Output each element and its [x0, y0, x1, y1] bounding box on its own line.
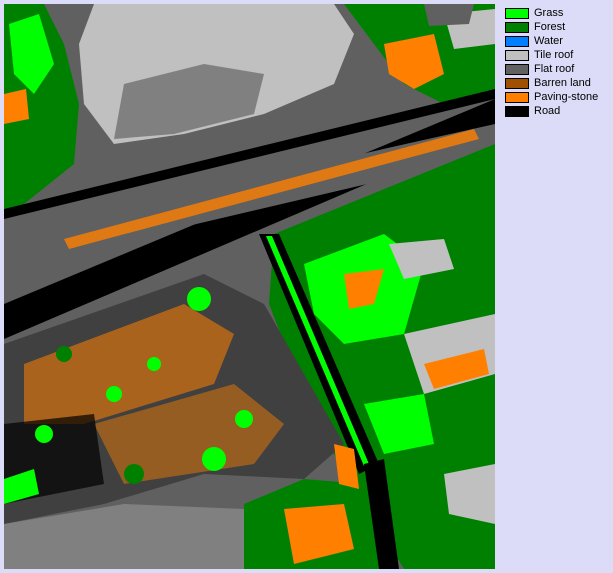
tree-forest-patch	[124, 464, 144, 484]
legend-item-tile-roof: Tile roof	[505, 48, 609, 62]
legend-item-forest: Forest	[505, 20, 609, 34]
map-legend: Grass Forest Water Tile roof Flat roof B…	[505, 6, 609, 118]
legend-label-paving-stone: Paving-stone	[534, 91, 599, 103]
legend-label-tile-roof: Tile roof	[534, 49, 574, 61]
legend-swatch-grass	[505, 7, 529, 19]
legend-item-barren-land: Barren land	[505, 76, 609, 90]
legend-swatch-water	[505, 35, 529, 47]
legend-swatch-forest	[505, 21, 529, 33]
legend-label-forest: Forest	[534, 21, 566, 33]
legend-item-flat-roof: Flat roof	[505, 62, 609, 76]
legend-swatch-road	[505, 105, 529, 117]
tree-grass-patch	[147, 357, 161, 371]
legend-swatch-flat-roof	[505, 63, 529, 75]
classification-map-window: Grass Forest Water Tile roof Flat roof B…	[0, 0, 613, 573]
legend-label-barren-land: Barren land	[534, 77, 591, 89]
legend-swatch-paving-stone	[505, 91, 529, 103]
legend-label-road: Road	[534, 105, 561, 117]
tree-grass-patch	[187, 287, 211, 311]
land-cover-map-canvas	[4, 4, 495, 569]
tree-grass-patch	[35, 425, 53, 443]
legend-label-grass: Grass	[534, 7, 564, 19]
legend-item-road: Road	[505, 104, 609, 118]
tree-forest-patch	[56, 346, 72, 362]
legend-label-water: Water	[534, 35, 563, 47]
legend-label-flat-roof: Flat roof	[534, 63, 575, 75]
flat-roof-region-top-right-strip	[424, 4, 474, 26]
legend-item-paving-stone: Paving-stone	[505, 90, 609, 104]
tree-grass-patch	[106, 386, 122, 402]
land-cover-map	[4, 4, 495, 569]
legend-swatch-tile-roof	[505, 49, 529, 61]
legend-swatch-barren-land	[505, 77, 529, 89]
tree-grass-patch	[202, 447, 226, 471]
legend-item-water: Water	[505, 34, 609, 48]
legend-item-grass: Grass	[505, 6, 609, 20]
tree-grass-patch	[235, 410, 253, 428]
paving-region-left-edge	[4, 89, 29, 124]
